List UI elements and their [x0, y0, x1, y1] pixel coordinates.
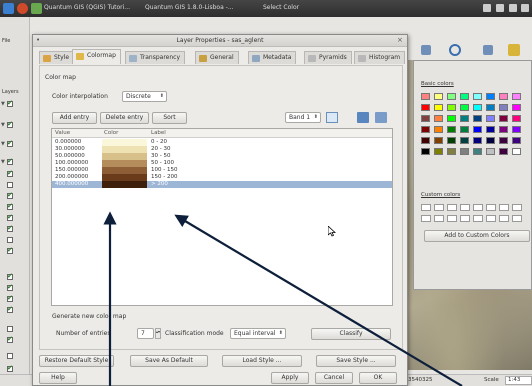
- annotation-arrow-label: [174, 214, 463, 386]
- annotation-arrows: [103, 211, 463, 386]
